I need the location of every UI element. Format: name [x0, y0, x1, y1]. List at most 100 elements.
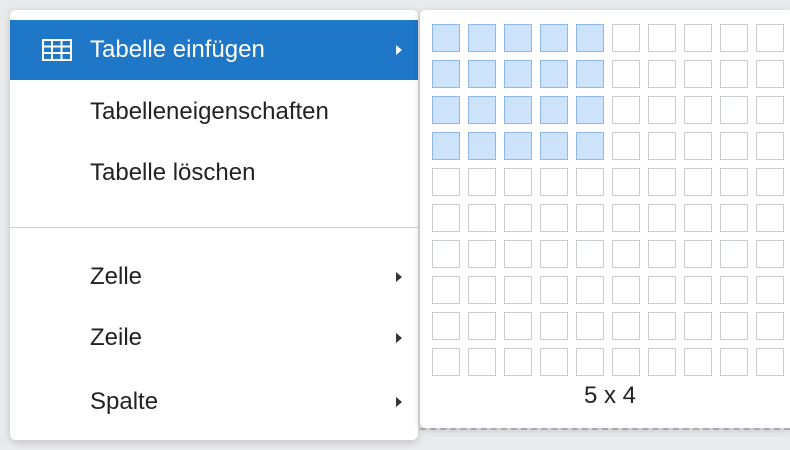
menu-item-table-properties[interactable]: Tabelleneigenschaften: [10, 82, 418, 142]
grid-cell[interactable]: [756, 132, 784, 160]
grid-cell[interactable]: [684, 276, 712, 304]
grid-cell[interactable]: [468, 24, 496, 52]
menu-item-delete-table[interactable]: Tabelle löschen: [10, 143, 418, 203]
grid-cell[interactable]: [756, 96, 784, 124]
grid-cell[interactable]: [468, 168, 496, 196]
grid-cell[interactable]: [432, 312, 460, 340]
grid-cell[interactable]: [684, 312, 712, 340]
grid-cell[interactable]: [540, 60, 568, 88]
grid-cell[interactable]: [432, 168, 460, 196]
grid-cell[interactable]: [576, 240, 604, 268]
grid-cell[interactable]: [720, 60, 748, 88]
grid-cell[interactable]: [540, 168, 568, 196]
grid-cell[interactable]: [612, 24, 640, 52]
grid-cell[interactable]: [648, 168, 676, 196]
grid-cell[interactable]: [576, 204, 604, 232]
grid-cell[interactable]: [504, 348, 532, 376]
grid-cell[interactable]: [756, 24, 784, 52]
grid-cell[interactable]: [468, 312, 496, 340]
grid-cell[interactable]: [432, 96, 460, 124]
grid-cell[interactable]: [576, 348, 604, 376]
grid-cell[interactable]: [468, 132, 496, 160]
grid-cell[interactable]: [612, 168, 640, 196]
grid-cell[interactable]: [576, 60, 604, 88]
grid-cell[interactable]: [684, 96, 712, 124]
grid-cell[interactable]: [756, 348, 784, 376]
grid-cell[interactable]: [576, 96, 604, 124]
grid-cell[interactable]: [576, 168, 604, 196]
grid-cell[interactable]: [684, 60, 712, 88]
grid-cell[interactable]: [504, 168, 532, 196]
grid-cell[interactable]: [648, 204, 676, 232]
grid-cell[interactable]: [432, 348, 460, 376]
grid-cell[interactable]: [504, 312, 532, 340]
grid-cell[interactable]: [576, 24, 604, 52]
grid-cell[interactable]: [756, 312, 784, 340]
grid-cell[interactable]: [432, 60, 460, 88]
grid-cell[interactable]: [504, 204, 532, 232]
grid-cell[interactable]: [756, 240, 784, 268]
grid-cell[interactable]: [756, 60, 784, 88]
grid-cell[interactable]: [648, 276, 676, 304]
grid-cell[interactable]: [648, 24, 676, 52]
grid-cell[interactable]: [684, 240, 712, 268]
grid-cell[interactable]: [720, 312, 748, 340]
grid-cell[interactable]: [432, 204, 460, 232]
grid-cell[interactable]: [576, 132, 604, 160]
grid-cell[interactable]: [540, 204, 568, 232]
grid-cell[interactable]: [648, 132, 676, 160]
grid-cell[interactable]: [612, 204, 640, 232]
grid-cell[interactable]: [468, 348, 496, 376]
grid-cell[interactable]: [756, 204, 784, 232]
grid-cell[interactable]: [612, 96, 640, 124]
grid-cell[interactable]: [576, 312, 604, 340]
grid-cell[interactable]: [432, 240, 460, 268]
grid-cell[interactable]: [684, 24, 712, 52]
grid-cell[interactable]: [720, 132, 748, 160]
grid-cell[interactable]: [612, 132, 640, 160]
grid-cell[interactable]: [576, 276, 604, 304]
grid-cell[interactable]: [432, 276, 460, 304]
grid-cell[interactable]: [684, 204, 712, 232]
grid-cell[interactable]: [468, 96, 496, 124]
grid-cell[interactable]: [648, 240, 676, 268]
grid-cell[interactable]: [540, 240, 568, 268]
grid-cell[interactable]: [612, 240, 640, 268]
grid-cell[interactable]: [720, 168, 748, 196]
grid-cell[interactable]: [540, 312, 568, 340]
grid-cell[interactable]: [684, 132, 712, 160]
menu-item-row[interactable]: Zeile: [10, 308, 418, 368]
grid-cell[interactable]: [648, 96, 676, 124]
grid-cell[interactable]: [720, 24, 748, 52]
menu-item-column[interactable]: Spalte: [10, 372, 418, 432]
grid-cell[interactable]: [504, 60, 532, 88]
menu-item-cell[interactable]: Zelle: [10, 247, 418, 307]
grid-cell[interactable]: [612, 312, 640, 340]
grid-cell[interactable]: [504, 240, 532, 268]
grid-cell[interactable]: [720, 348, 748, 376]
grid-cell[interactable]: [684, 348, 712, 376]
grid-cell[interactable]: [540, 24, 568, 52]
grid-cell[interactable]: [756, 168, 784, 196]
grid-cell[interactable]: [612, 276, 640, 304]
grid-cell[interactable]: [720, 96, 748, 124]
grid-cell[interactable]: [540, 276, 568, 304]
grid-cell[interactable]: [468, 60, 496, 88]
grid-cell[interactable]: [648, 312, 676, 340]
grid-cell[interactable]: [540, 348, 568, 376]
grid-cell[interactable]: [468, 240, 496, 268]
grid-cell[interactable]: [432, 24, 460, 52]
grid-cell[interactable]: [684, 168, 712, 196]
grid-cell[interactable]: [612, 348, 640, 376]
grid-cell[interactable]: [540, 132, 568, 160]
grid-cell[interactable]: [504, 276, 532, 304]
grid-cell[interactable]: [504, 24, 532, 52]
grid-cell[interactable]: [504, 96, 532, 124]
grid-cell[interactable]: [648, 60, 676, 88]
grid-cell[interactable]: [720, 276, 748, 304]
grid-cell[interactable]: [720, 240, 748, 268]
menu-item-insert-table[interactable]: Tabelle einfügen: [10, 20, 418, 80]
grid-cell[interactable]: [504, 132, 532, 160]
grid-cell[interactable]: [720, 204, 748, 232]
grid-cell[interactable]: [648, 348, 676, 376]
